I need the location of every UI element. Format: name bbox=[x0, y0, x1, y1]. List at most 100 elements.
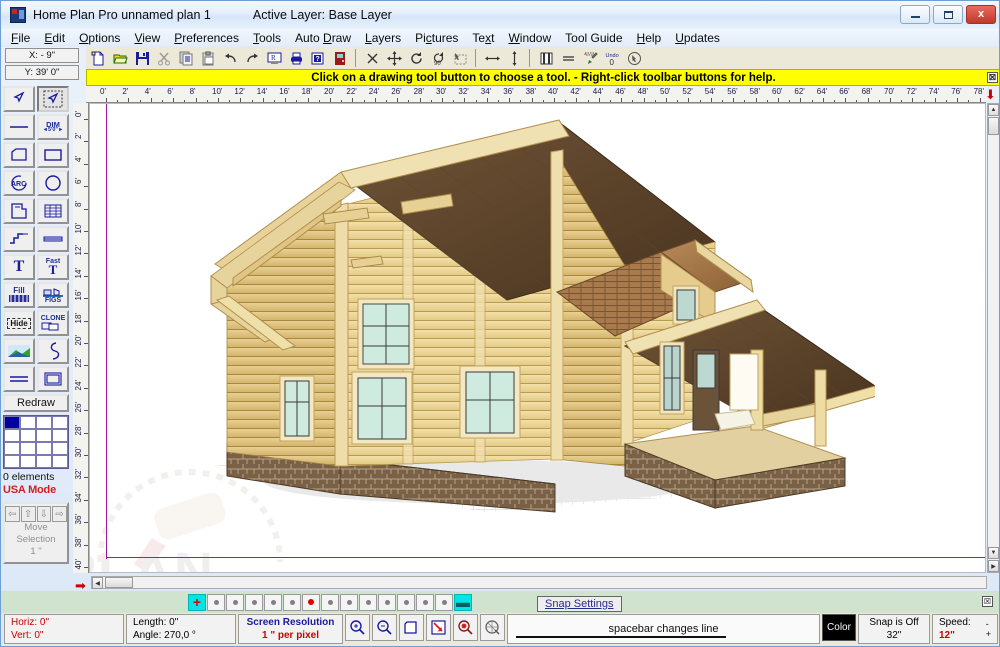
zoom-in-icon[interactable] bbox=[345, 614, 370, 641]
undo-zero-icon[interactable]: Undo 0 bbox=[602, 48, 623, 68]
color-swatch[interactable] bbox=[4, 416, 20, 429]
menu-item-preferences[interactable]: Preferences bbox=[174, 31, 239, 45]
cut-scissors-icon[interactable] bbox=[154, 48, 175, 68]
color-button[interactable]: Color bbox=[822, 614, 856, 641]
rotate-90-icon[interactable]: 90 bbox=[428, 48, 449, 68]
color-swatch[interactable] bbox=[4, 455, 20, 468]
color-swatch-grid[interactable] bbox=[3, 415, 69, 469]
horizontal-arrows-icon[interactable] bbox=[482, 48, 503, 68]
drawing-canvas[interactable]: PLAN bbox=[89, 103, 986, 573]
close-button[interactable]: x bbox=[966, 5, 996, 24]
menu-item-help[interactable]: Help bbox=[637, 31, 662, 45]
door-icon[interactable] bbox=[37, 226, 69, 252]
paint-icon[interactable] bbox=[580, 48, 601, 68]
color-swatch[interactable] bbox=[20, 455, 36, 468]
menu-item-options[interactable]: Options bbox=[79, 31, 120, 45]
circle-icon[interactable] bbox=[37, 170, 69, 196]
menu-item-text[interactable]: Text bbox=[472, 31, 494, 45]
scroll-left-button[interactable]: ◀ bbox=[92, 577, 103, 589]
color-swatch[interactable] bbox=[36, 442, 52, 455]
pointer-select-icon[interactable] bbox=[3, 86, 35, 112]
vertical-scroll-thumb[interactable] bbox=[988, 117, 999, 135]
move-down-icon[interactable]: ⇩ bbox=[36, 506, 52, 522]
horizontal-scroll-thumb[interactable] bbox=[105, 577, 133, 588]
move-up-icon[interactable]: ⇧ bbox=[20, 506, 36, 522]
redo-arrow-icon[interactable] bbox=[242, 48, 263, 68]
horizontal-scrollbar[interactable]: ◀ bbox=[91, 576, 987, 589]
line-width-option[interactable] bbox=[302, 593, 320, 611]
move-right-icon[interactable]: ⇨ bbox=[52, 506, 67, 522]
new-icon[interactable] bbox=[88, 48, 109, 68]
menu-item-tools[interactable]: Tools bbox=[253, 31, 281, 45]
vertical-scrollbar[interactable]: ▲ ▼ ▶ bbox=[987, 103, 999, 573]
message-field[interactable]: spacebar changes line bbox=[507, 614, 820, 644]
color-swatch[interactable] bbox=[36, 429, 52, 442]
scroll-up-button[interactable]: ▲ bbox=[988, 104, 999, 116]
clone-icon[interactable]: CLONE bbox=[37, 310, 69, 336]
paste-clipboard-icon[interactable] bbox=[198, 48, 219, 68]
line-width-option[interactable] bbox=[226, 593, 244, 611]
line-width-option[interactable] bbox=[359, 593, 377, 611]
zoom-selection-icon[interactable] bbox=[426, 614, 451, 641]
color-swatch[interactable] bbox=[36, 416, 52, 429]
gradient-icon[interactable] bbox=[3, 338, 35, 364]
menu-item-updates[interactable]: Updates bbox=[675, 31, 720, 45]
scroll-down-button[interactable]: ▼ bbox=[988, 547, 999, 559]
reselect-icon[interactable] bbox=[624, 48, 645, 68]
speed-increment-button[interactable]: + bbox=[986, 629, 991, 639]
color-swatch[interactable] bbox=[20, 416, 36, 429]
line-width-option[interactable] bbox=[283, 593, 301, 611]
pointer-marquee-icon[interactable] bbox=[37, 86, 69, 112]
move-left-icon[interactable]: ⇦ bbox=[5, 506, 20, 522]
scroll-right-corner-button[interactable]: ▶ bbox=[988, 560, 999, 572]
lines-icon[interactable] bbox=[558, 48, 579, 68]
line-width-decrease-button[interactable]: ▬ bbox=[454, 593, 472, 611]
curve-icon[interactable] bbox=[37, 338, 69, 364]
color-swatch[interactable] bbox=[4, 429, 20, 442]
minimize-button[interactable] bbox=[900, 5, 930, 24]
snap-readout[interactable]: Snap is Off 32" bbox=[858, 614, 930, 644]
polygon-icon[interactable] bbox=[3, 142, 35, 168]
speed-decrement-button[interactable]: - bbox=[986, 619, 991, 629]
rotate-icon[interactable] bbox=[406, 48, 427, 68]
menu-item-window[interactable]: Window bbox=[508, 31, 551, 45]
hide-icon[interactable]: Hide bbox=[3, 310, 35, 336]
copy-icon[interactable] bbox=[176, 48, 197, 68]
rectangle-icon[interactable] bbox=[37, 142, 69, 168]
delete-x-icon[interactable] bbox=[362, 48, 383, 68]
help-question-icon[interactable]: ? bbox=[308, 48, 329, 68]
dotbar-close-icon[interactable]: ☒ bbox=[982, 596, 993, 607]
figures-icon[interactable]: FIGS bbox=[37, 282, 69, 308]
color-swatch[interactable] bbox=[52, 429, 68, 442]
line-width-option[interactable] bbox=[321, 593, 339, 611]
line-width-option[interactable] bbox=[340, 593, 358, 611]
wall-icon[interactable] bbox=[3, 198, 35, 224]
zoom-out-icon[interactable] bbox=[372, 614, 397, 641]
columns-icon[interactable] bbox=[536, 48, 557, 68]
line-width-option[interactable] bbox=[435, 593, 453, 611]
pan-globe-icon[interactable] bbox=[480, 614, 505, 641]
menu-item-auto-draw[interactable]: Auto Draw bbox=[295, 31, 351, 45]
line-width-option[interactable] bbox=[245, 593, 263, 611]
move-cross-icon[interactable] bbox=[384, 48, 405, 68]
arc-icon[interactable]: ARC bbox=[3, 170, 35, 196]
fill-icon[interactable]: Fill bbox=[3, 282, 35, 308]
menu-item-layers[interactable]: Layers bbox=[365, 31, 401, 45]
exit-door-icon[interactable] bbox=[330, 48, 351, 68]
zoom-previous-icon[interactable] bbox=[453, 614, 478, 641]
select-dashed-icon[interactable] bbox=[450, 48, 471, 68]
redraw-button[interactable]: Redraw bbox=[3, 394, 69, 412]
snap-settings-button[interactable]: Snap Settings bbox=[537, 596, 622, 612]
speed-readout[interactable]: Speed: 12" - + bbox=[932, 614, 998, 644]
printer-icon[interactable] bbox=[286, 48, 307, 68]
line-width-option[interactable] bbox=[264, 593, 282, 611]
menu-item-pictures[interactable]: Pictures bbox=[415, 31, 458, 45]
square-outline-icon[interactable] bbox=[37, 366, 69, 392]
text-icon[interactable]: T bbox=[3, 254, 35, 280]
hint-close-icon[interactable]: ☒ bbox=[987, 72, 998, 83]
color-swatch[interactable] bbox=[20, 442, 36, 455]
menu-item-file[interactable]: File bbox=[11, 31, 30, 45]
color-swatch[interactable] bbox=[36, 455, 52, 468]
color-swatch[interactable] bbox=[4, 442, 20, 455]
vertical-arrows-icon[interactable] bbox=[504, 48, 525, 68]
